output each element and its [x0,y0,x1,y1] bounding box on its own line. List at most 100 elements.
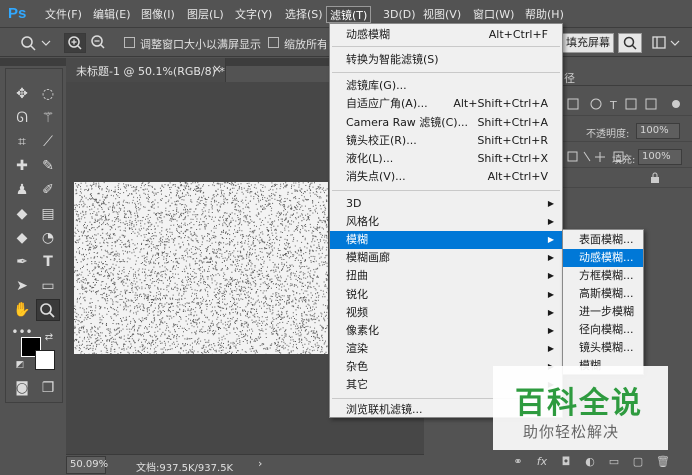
hand-tool-icon[interactable]: ✋ [10,299,34,321]
workspace-switcher[interactable] [650,33,684,53]
zoom-all-checkbox[interactable] [268,37,279,48]
menu-help[interactable]: 帮助(H) [522,6,567,23]
submenu-arrow-icon: ▶ [547,290,554,299]
pen-tool-icon[interactable]: ✒ [10,251,34,273]
group-layers-icon[interactable]: ▭ [608,456,620,468]
menu-filter[interactable]: 滤镜(T) [326,6,372,23]
submenu-arrow-icon: ▶ [547,235,554,244]
delete-layer-icon[interactable]: 🗑 [656,456,670,468]
swap-colors-icon[interactable]: ⇄ [42,331,56,345]
menu-item-last-filter[interactable]: 动感模糊 Alt+Ctrl+F [330,26,562,44]
menu-layer[interactable]: 图层(L) [184,6,227,23]
menu-item-pixelate[interactable]: 像素化 ▶ [330,322,562,340]
submenu-arrow-icon: ▶ [547,217,554,226]
submenu-item-gaussian-blur[interactable]: 高斯模糊... [563,285,643,303]
dodge-tool-icon[interactable]: ◔ [36,227,60,249]
menu-item-stylize[interactable]: 风格化 ▶ [330,213,562,231]
menu-edit[interactable]: 编辑(E) [90,6,134,23]
rectangle-tool-icon[interactable]: ▭ [36,275,60,297]
layer-filter-icons[interactable]: T [566,97,686,113]
menu-item-filter-gallery[interactable]: 滤镜库(G)... [330,77,562,95]
menu-image[interactable]: 图像(I) [138,6,178,23]
search-icon [623,36,637,50]
quick-mask-icon[interactable]: ◙ [10,377,34,399]
menu-item-camera-raw[interactable]: Camera Raw 滤镜(C)... Shift+Ctrl+A [330,114,562,132]
menu-separator [332,190,560,191]
menu-item-vanishing-point[interactable]: 消失点(V)... Alt+Ctrl+V [330,168,562,186]
submenu-arrow-icon: ▶ [547,271,554,280]
path-selection-icon[interactable]: ➤ [10,275,34,297]
submenu-item-lens-blur[interactable]: 镜头模糊... [563,339,643,357]
brush-tool-icon[interactable]: ✎ [36,155,60,177]
menu-view[interactable]: 视图(V) [420,6,464,23]
menu-item-sharpen[interactable]: 锐化 ▶ [330,286,562,304]
zoom-tool-glyph [40,303,55,318]
submenu-item-radial-blur[interactable]: 径向模糊... [563,321,643,339]
menu-item-liquify[interactable]: 液化(L)... Shift+Ctrl+X [330,150,562,168]
menu-item-blur-gallery[interactable]: 模糊画廊 ▶ [330,249,562,267]
healing-brush-icon[interactable]: ✚ [10,155,34,177]
screen-mode-icon[interactable]: ❐ [36,377,60,399]
menu-item-adaptive-wide-angle[interactable]: 自适应广角(A)... Alt+Shift+Ctrl+A [330,95,562,113]
resize-windows-checkbox[interactable] [124,37,135,48]
fill-label: 填充: [612,155,636,166]
default-colors-icon[interactable]: ◩ [14,359,26,371]
eyedropper-icon[interactable]: ⟋ [36,131,60,153]
blur-tool-icon[interactable]: ◆ [10,227,34,249]
history-brush-icon[interactable]: ✐ [36,179,60,201]
type-tool-icon[interactable]: T [36,251,60,273]
submenu-item-box-blur[interactable]: 方框模糊... [563,267,643,285]
layer-mask-icon[interactable]: ◘ [560,456,572,468]
zoom-tool-preset[interactable] [18,33,52,53]
blur-submenu: 表面模糊... 动感模糊... 方框模糊... 高斯模糊... 进一步模糊 径向… [562,229,644,375]
menu-item-render[interactable]: 渲染 ▶ [330,340,562,358]
zoom-level-field[interactable]: 50.09% [66,456,108,474]
link-layers-icon[interactable]: ⚭ [512,456,524,468]
layers-panel-footer: ⚭ fx ◘ ◐ ▭ ▢ 🗑 [500,452,690,474]
noise-texture [74,182,328,354]
ellipse-marquee-icon[interactable]: ◌ [36,83,60,105]
adjustment-layer-icon[interactable]: ◐ [584,456,596,468]
lasso-tool-icon[interactable]: ᘏ [10,107,34,129]
menu-file[interactable]: 文件(F) [42,6,85,23]
clone-stamp-icon[interactable]: ♟ [10,179,34,201]
search-button[interactable] [618,33,642,53]
close-icon[interactable]: × [212,62,222,76]
new-layer-icon[interactable]: ▢ [632,456,644,468]
menu-item-blur[interactable]: 模糊 ▶ [330,231,562,249]
eraser-tool-icon[interactable]: ◆ [10,203,34,225]
magic-wand-icon[interactable]: ⚚ [36,107,60,129]
menu-type[interactable]: 文字(Y) [232,6,275,23]
submenu-item-blur-more[interactable]: 进一步模糊 [563,303,643,321]
menu-item-lens-correction[interactable]: 镜头校正(R)... Shift+Ctrl+R [330,132,562,150]
fill-screen-button[interactable]: 填充屏幕 [562,33,614,53]
status-bar: 50.09% 文档:937.5K/937.5K › [66,454,424,475]
menu-item-convert-smart-filter[interactable]: 转换为智能滤镜(S) [330,51,562,69]
document-tab[interactable]: 未标题-1 @ 50.1%(RGB/8) * × [66,58,226,82]
svg-text:T: T [609,99,617,112]
menu-select[interactable]: 选择(S) [282,6,326,23]
zoom-out-button[interactable] [88,33,110,53]
zoom-tool-icon[interactable] [36,299,60,321]
submenu-item-motion-blur[interactable]: 动感模糊... [563,249,643,267]
submenu-item-surface-blur[interactable]: 表面模糊... [563,231,643,249]
zoom-in-button[interactable] [64,33,86,53]
opacity-field[interactable]: 100% [636,123,680,139]
watermark-subtitle: 助你轻松解决 [523,423,620,441]
move-tool-icon[interactable]: ✥ [10,83,34,105]
menu-item-video[interactable]: 视频 ▶ [330,304,562,322]
menu-window[interactable]: 窗口(W) [470,6,517,23]
menu-item-distort[interactable]: 扭曲 ▶ [330,267,562,285]
panel-tab-paths[interactable]: 径 [564,70,575,86]
background-color-swatch[interactable] [35,350,55,370]
submenu-arrow-icon: ▶ [547,326,554,335]
menu-item-3d[interactable]: 3D ▶ [330,195,562,213]
tools-panel: ✥ ◌ ᘏ ⚚ ⌗ ⟋ ✚ ✎ ♟ ✐ ◆ ▤ ◆ ◔ ✒ T ➤ ▭ ✋ ••… [5,68,63,403]
zoom-in-icon [68,36,82,50]
layer-style-icon[interactable]: fx [536,456,548,468]
gradient-tool-icon[interactable]: ▤ [36,203,60,225]
status-menu-arrow-icon[interactable]: › [258,457,262,470]
menu-3d[interactable]: 3D(D) [380,6,419,23]
fill-field[interactable]: 100% [638,149,682,165]
crop-tool-icon[interactable]: ⌗ [10,131,34,153]
